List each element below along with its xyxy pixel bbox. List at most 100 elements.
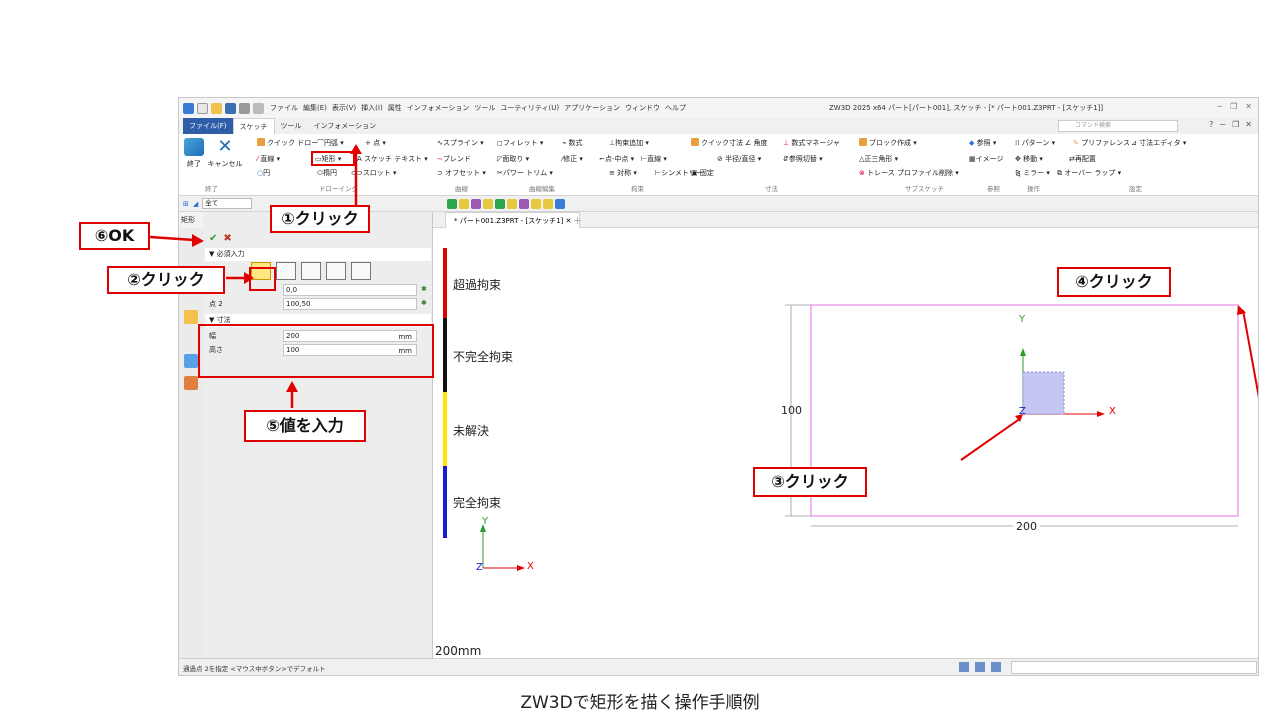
snap-grid-icon[interactable] xyxy=(459,199,469,209)
mode-parallelogram-button[interactable] xyxy=(351,262,371,280)
line-button[interactable]: ⁄ 直線 ▾ xyxy=(257,154,280,164)
snap-color-icon[interactable] xyxy=(555,199,565,209)
width-dimension-text[interactable]: 200 xyxy=(1013,520,1040,533)
minimize-icon[interactable]: ─ xyxy=(1217,102,1222,111)
status-layout-icon[interactable] xyxy=(991,662,1001,672)
height-dimension-text[interactable]: 100 xyxy=(781,404,802,417)
status-view-icon[interactable] xyxy=(959,662,969,672)
document-tab[interactable]: * パート001.Z3PRT - [スケッチ1] ✕ xyxy=(445,212,581,228)
palette-icon[interactable] xyxy=(184,354,198,368)
pattern-button[interactable]: ⁞⁞ パターン ▾ xyxy=(1015,138,1055,148)
tab-sketch[interactable]: スケッチ xyxy=(232,118,275,134)
dimension-section[interactable]: ▼ 寸法 xyxy=(205,314,431,327)
snap-end-icon[interactable] xyxy=(543,199,553,209)
help-icon[interactable]: ? xyxy=(1209,120,1213,129)
menu-view[interactable]: 表示(V) xyxy=(332,103,356,113)
add-constraint-button[interactable]: ⊥拘束追加 ▾ xyxy=(609,138,649,148)
close-icon[interactable]: ✕ xyxy=(1245,102,1252,111)
command-search-input[interactable]: コマンド検索 xyxy=(1058,120,1178,132)
new-file-icon[interactable] xyxy=(197,102,208,114)
mode-two-corners-button[interactable] xyxy=(251,262,271,280)
width-input[interactable]: 200 mm xyxy=(283,330,417,342)
quick-dim-button[interactable]: クイック寸法 xyxy=(691,138,743,148)
fillet-button[interactable]: ◻フィレット ▾ xyxy=(497,138,543,148)
formula-button[interactable]: ⌁ 数式 xyxy=(562,138,582,148)
point2-options-icon[interactable]: ✱ xyxy=(421,299,427,307)
reference-switch-button[interactable]: ⇵参照切替 ▾ xyxy=(783,154,823,164)
maximize-icon[interactable]: ❐ xyxy=(1230,102,1237,111)
snap-point-icon[interactable] xyxy=(483,199,493,209)
filter-select[interactable]: 全て xyxy=(202,198,253,209)
image-button[interactable]: ▦イメージ xyxy=(969,154,1004,164)
modify-button[interactable]: ⁄修正 ▾ xyxy=(562,154,583,164)
status-input[interactable] xyxy=(1011,661,1257,674)
menu-window[interactable]: ウィンドウ xyxy=(625,103,660,113)
radius-button[interactable]: ⊘ 半径/直径 ▾ xyxy=(717,154,761,164)
circle-button[interactable]: ○円 xyxy=(257,168,270,178)
sketch-text-button[interactable]: A スケッチ テキスト ▾ xyxy=(357,154,428,164)
minimize-doc-icon[interactable]: − xyxy=(1219,120,1226,129)
angle-button[interactable]: ∠ 角度 xyxy=(745,138,768,148)
menu-insert[interactable]: 挿入(I) xyxy=(361,103,383,113)
blend-button[interactable]: ∼ブレンド xyxy=(437,154,471,164)
offset-button[interactable]: ⊃ オフセット ▾ xyxy=(437,168,486,178)
quick-draw-button[interactable]: クイック ドロー xyxy=(257,138,318,148)
menu-application[interactable]: アプリケーション xyxy=(564,103,620,113)
power-trim-button[interactable]: ✂パワー トリム ▾ xyxy=(497,168,553,178)
status-display-icon[interactable] xyxy=(975,662,985,672)
trace-profile-delete-button[interactable]: ⊗ トレース プロファイル削除 ▾ xyxy=(859,168,959,178)
finish-button[interactable]: 終了 xyxy=(183,138,205,169)
point2-input[interactable]: 100,50 xyxy=(283,298,417,310)
tab-tool[interactable]: ツール xyxy=(275,118,308,134)
panel-cancel-button[interactable]: ✖ xyxy=(223,233,231,244)
mode-center-button[interactable] xyxy=(276,262,296,280)
horizontal-constraint-button[interactable]: ⊢直線 ▾ xyxy=(641,154,667,164)
symmetric-button[interactable]: ≡ 対称 ▾ xyxy=(609,168,637,178)
formula-manager-button[interactable]: ⊥ 数式マネージャ xyxy=(783,138,840,148)
history-icon[interactable] xyxy=(184,310,198,324)
menu-tool[interactable]: ツール xyxy=(474,103,495,113)
required-input-section[interactable]: ▼ 必須入力 xyxy=(205,248,431,261)
preference-button[interactable]: ✎ プリファレンス xyxy=(1073,138,1130,148)
tab-file[interactable]: ファイル(F) xyxy=(183,118,233,134)
slot-button[interactable]: ⊂⊃スロット ▾ xyxy=(351,168,396,178)
snap-arc-icon[interactable] xyxy=(507,199,517,209)
ellipse-button[interactable]: ⬭楕円 xyxy=(317,168,337,178)
triangle-button[interactable]: △正三角形 ▾ xyxy=(859,154,898,164)
arc-button[interactable]: ⌒円弧 ▾ xyxy=(317,138,344,148)
close-tab-icon[interactable]: ✕ xyxy=(566,217,572,225)
fix-button[interactable]: ▣ 固定 xyxy=(691,168,714,178)
selection-icon[interactable]: ◢ xyxy=(193,200,198,208)
ok-button[interactable]: ✔ xyxy=(209,233,217,244)
mirror-button[interactable]: ⧎ ミラー ▾ xyxy=(1015,168,1050,178)
save-icon[interactable] xyxy=(225,102,236,114)
user-icon[interactable] xyxy=(184,376,198,390)
snap-icon[interactable] xyxy=(447,199,457,209)
filter-icon[interactable]: ⊞ xyxy=(183,200,189,208)
realign-button[interactable]: ⇄再配置 xyxy=(1069,154,1096,164)
height-input[interactable]: 100 mm xyxy=(283,344,417,356)
close-doc-icon[interactable]: ✕ xyxy=(1245,120,1252,129)
undo-icon[interactable] xyxy=(239,102,250,114)
tab-info[interactable]: インフォメーション xyxy=(308,118,383,134)
open-file-icon[interactable] xyxy=(211,102,222,114)
point1-options-icon[interactable]: ✱ xyxy=(421,285,427,293)
move-button[interactable]: ✥ 移動 ▾ xyxy=(1015,154,1043,164)
menu-attribute[interactable]: 属性 xyxy=(388,103,402,113)
midpoint-button[interactable]: ⌐点-中点 ▾ xyxy=(599,154,634,164)
snap-tangent-icon[interactable] xyxy=(531,199,541,209)
restore-doc-icon[interactable]: ❐ xyxy=(1232,120,1239,129)
mode-rotated-button[interactable] xyxy=(326,262,346,280)
cancel-button[interactable]: ✕ キャンセル xyxy=(207,138,243,169)
mode-three-points-button[interactable] xyxy=(301,262,321,280)
new-tab-icon[interactable]: ＋ xyxy=(573,214,582,227)
menu-utility[interactable]: ユーティリティ(U) xyxy=(500,103,559,113)
overlap-button[interactable]: ⧉ オーバー ラップ ▾ xyxy=(1057,168,1121,178)
menu-edit[interactable]: 編集(E) xyxy=(303,103,327,113)
redo-icon[interactable] xyxy=(253,102,264,114)
point-button[interactable]: + 点 ▾ xyxy=(365,138,386,148)
spline-button[interactable]: ∿スプライン ▾ xyxy=(437,138,484,148)
chamfer-button[interactable]: ◸面取り ▾ xyxy=(497,154,529,164)
block-create-button[interactable]: ブロック作成 ▾ xyxy=(859,138,917,148)
point1-input[interactable]: 0,0 xyxy=(283,284,417,296)
